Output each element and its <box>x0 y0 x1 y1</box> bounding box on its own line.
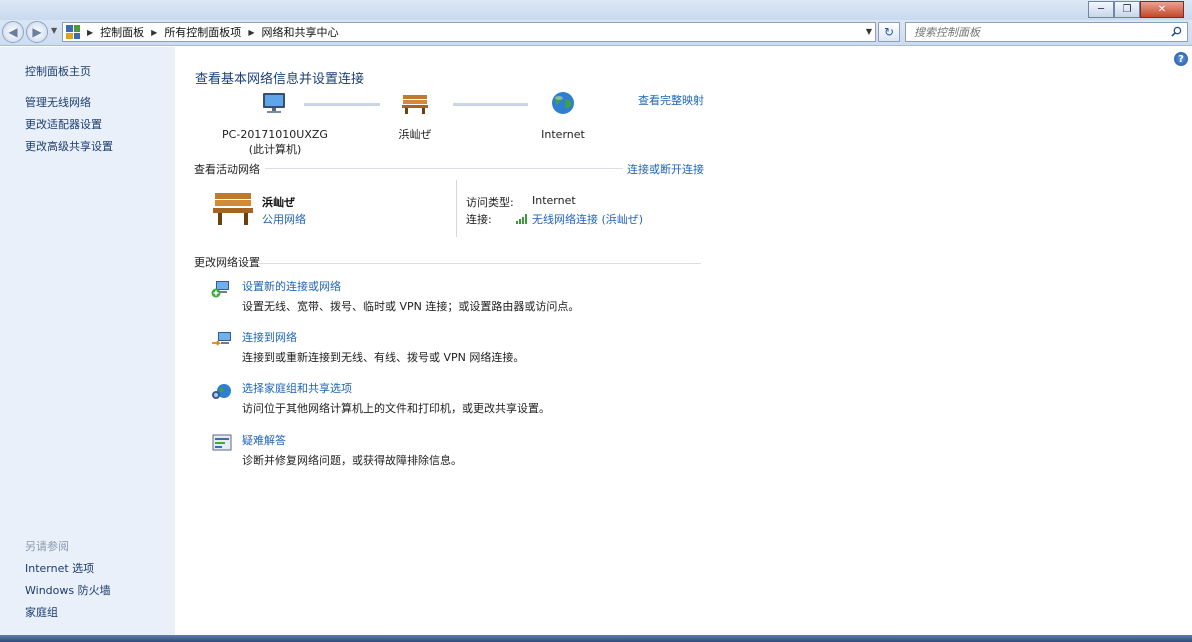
back-button[interactable]: ◀ <box>2 21 24 43</box>
connect-network-icon <box>212 332 231 346</box>
advanced-sharing-link[interactable]: 更改高级共享设置 <box>25 138 113 154</box>
see-also-heading: 另请参阅 <box>25 540 69 553</box>
internet-label: Internet <box>541 128 585 141</box>
breadcrumb-separator-icon[interactable]: ▶ <box>87 28 93 37</box>
section-divider <box>265 168 623 169</box>
maximize-button[interactable]: ❐ <box>1114 1 1140 18</box>
internet-node[interactable]: Internet <box>523 91 603 142</box>
computer-name: PC-20171010UXZG <box>222 128 328 141</box>
connect-network-link[interactable]: 连接到网络 <box>242 329 297 345</box>
homegroup-options-desc: 访问位于其他网络计算机上的文件和打印机，或更改共享设置。 <box>242 402 550 415</box>
wireless-connection-text[interactable]: 无线网络连接 (浜屾ぜ) <box>532 211 643 227</box>
search-box[interactable] <box>905 22 1188 42</box>
breadcrumb-all-items[interactable]: 所有控制面板项 <box>164 24 241 40</box>
refresh-button[interactable]: ↻ <box>878 22 900 42</box>
homegroup-options-link[interactable]: 选择家庭组和共享选项 <box>242 380 352 396</box>
access-type-value: Internet <box>532 194 576 207</box>
network-type-link[interactable]: 公用网络 <box>262 211 306 227</box>
breadcrumb-network-center[interactable]: 网络和共享中心 <box>261 24 338 40</box>
network-node[interactable]: 浜屾ぜ <box>375 91 455 142</box>
left-pane: 控制面板主页 管理无线网络 更改适配器设置 更改高级共享设置 另请参阅 Inte… <box>0 47 175 635</box>
bench-icon <box>402 95 428 114</box>
active-networks-heading: 查看活动网络 <box>194 163 260 176</box>
vertical-divider <box>456 180 457 237</box>
forward-button[interactable]: ▶ <box>26 21 48 43</box>
change-settings-heading: 更改网络设置 <box>194 256 260 269</box>
connection-line <box>304 103 380 106</box>
homegroup-icon <box>212 384 231 399</box>
breadcrumb-control-panel[interactable]: 控制面板 <box>100 24 144 40</box>
globe-icon <box>552 92 574 114</box>
setup-connection-desc: 设置无线、宽带、拨号、临时或 VPN 连接；或设置路由器或访问点。 <box>242 300 580 313</box>
close-button[interactable]: ✕ <box>1140 1 1184 18</box>
firewall-link[interactable]: Windows 防火墙 <box>25 582 111 598</box>
troubleshoot-link[interactable]: 疑难解答 <box>242 432 286 448</box>
window-title-bar: ─ ❐ ✕ <box>0 0 1192 20</box>
control-panel-icon <box>66 25 80 39</box>
minimize-button[interactable]: ─ <box>1088 1 1114 18</box>
wifi-signal-icon <box>516 214 527 224</box>
computer-icon <box>263 93 285 113</box>
search-input[interactable] <box>906 25 1156 39</box>
full-map-link[interactable]: 查看完整映射 <box>638 92 704 108</box>
connect-network-desc: 连接到或重新连接到无线、有线、拨号或 VPN 网络连接。 <box>242 351 525 364</box>
connect-disconnect-link[interactable]: 连接或断开连接 <box>627 161 704 177</box>
page-title: 查看基本网络信息并设置连接 <box>195 72 365 87</box>
setup-connection-link[interactable]: 设置新的连接或网络 <box>242 278 341 294</box>
breadcrumb-separator-icon[interactable]: ▶ <box>151 28 157 37</box>
troubleshoot-icon <box>212 434 232 451</box>
section-divider <box>255 263 701 264</box>
manage-wireless-link[interactable]: 管理无线网络 <box>25 94 91 110</box>
internet-options-link[interactable]: Internet 选项 <box>25 560 94 576</box>
active-network-name: 浜屾ぜ <box>262 196 295 209</box>
help-icon[interactable]: ? <box>1174 52 1188 66</box>
recent-pages-dropdown[interactable]: ▼ <box>51 26 57 35</box>
control-panel-home-link[interactable]: 控制面板主页 <box>25 63 91 79</box>
taskbar-strip <box>0 635 1192 642</box>
breadcrumb-separator-icon[interactable]: ▶ <box>248 28 254 37</box>
address-bar[interactable]: ▶ 控制面板 ▶ 所有控制面板项 ▶ 网络和共享中心 ▼ <box>62 22 876 42</box>
homegroup-link[interactable]: 家庭组 <box>25 604 58 620</box>
troubleshoot-desc: 诊断并修复网络问题，或获得故障排除信息。 <box>242 454 462 467</box>
main-content: ? 查看基本网络信息并设置连接 查看完整映射 PC-20171010UXZG (… <box>175 47 1192 635</box>
adapter-settings-link[interactable]: 更改适配器设置 <box>25 116 102 132</box>
connection-label: 连接: <box>466 213 492 226</box>
computer-subtitle: (此计算机) <box>248 143 302 156</box>
wireless-connection-link[interactable]: 无线网络连接 (浜屾ぜ) <box>516 211 643 227</box>
navigation-bar: ◀ ▶ ▼ ▶ 控制面板 ▶ 所有控制面板项 ▶ 网络和共享中心 ▼ ↻ <box>0 20 1192 46</box>
search-icon[interactable] <box>1171 26 1182 37</box>
network-node-label: 浜屾ぜ <box>398 128 432 141</box>
computer-node: PC-20171010UXZG (此计算机) <box>215 91 335 157</box>
connection-line <box>453 103 528 106</box>
address-dropdown-icon[interactable]: ▼ <box>866 27 872 36</box>
network-bench-icon[interactable] <box>211 189 255 227</box>
access-type-label: 访问类型: <box>466 196 514 209</box>
window-controls: ─ ❐ ✕ <box>1088 1 1184 18</box>
network-setup-icon <box>211 281 229 298</box>
